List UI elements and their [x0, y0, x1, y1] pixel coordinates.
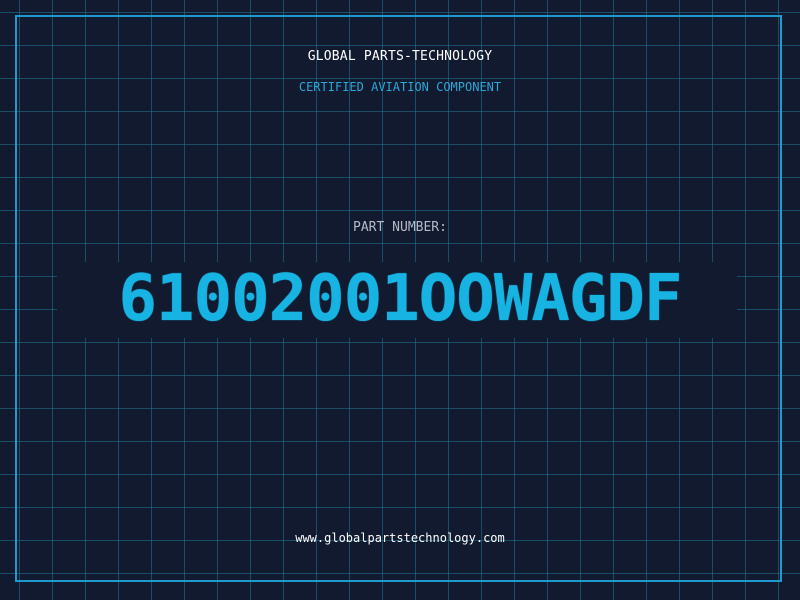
company-name: GLOBAL PARTS-TECHNOLOGY: [307, 49, 493, 64]
part-number-label: PART NUMBER:: [353, 220, 447, 235]
certification-subtitle: CERTIFIED AVIATION COMPONENT: [298, 80, 502, 94]
part-label-card: GLOBAL PARTS-TECHNOLOGY CERTIFIED AVIATI…: [0, 0, 800, 600]
website-url[interactable]: www.globalpartstechnology.com: [0, 531, 800, 545]
part-number-value: 61002001OOWAGDF: [118, 262, 683, 336]
